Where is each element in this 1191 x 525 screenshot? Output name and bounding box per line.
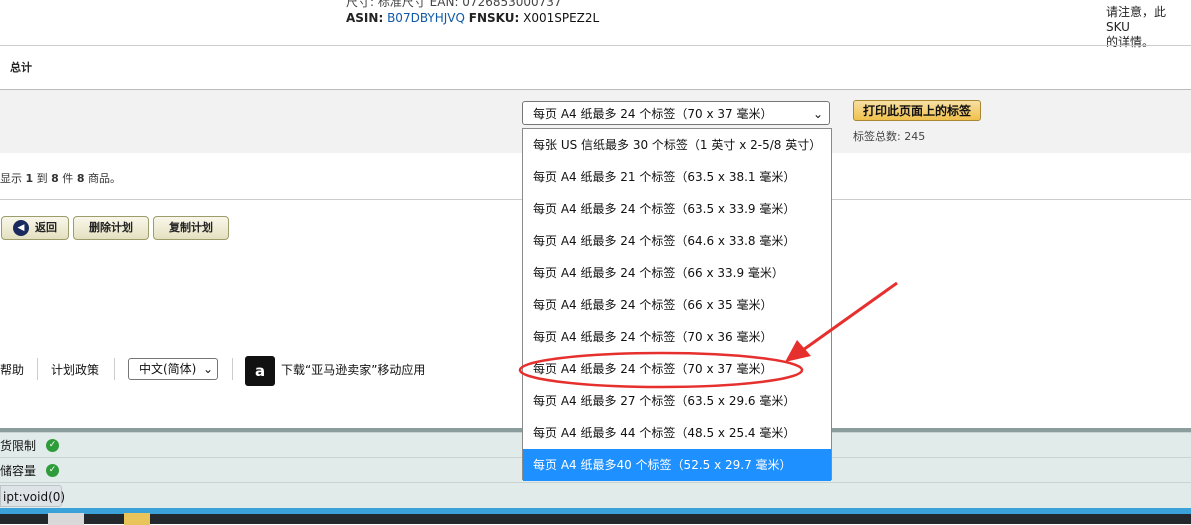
- back-button[interactable]: ◀ 返回: [1, 216, 69, 240]
- product-info: 尺寸: 标准尺寸 EAN: 0726853000737 ASIN: B07DBY…: [346, 0, 599, 26]
- dropdown-option[interactable]: 每页 A4 纸最多 44 个标签（48.5 x 25.4 毫米）: [523, 417, 831, 449]
- notice-line-2: 的详情。: [1106, 35, 1155, 49]
- dropdown-option[interactable]: 每页 A4 纸最多 24 个标签（66 x 33.9 毫米）: [523, 257, 831, 289]
- program-policy-link[interactable]: 计划政策: [51, 361, 99, 378]
- asin-link[interactable]: B07DBYHJVQ: [387, 11, 465, 25]
- label-format-select[interactable]: 每页 A4 纸最多 24 个标签（70 x 37 毫米） ⌄: [522, 101, 830, 125]
- status-bar-url: ipt:void(0): [0, 485, 65, 507]
- bottom-strip: [0, 482, 1191, 509]
- checkmark-icon: ✓: [46, 439, 59, 452]
- label-format-dropdown: 每张 US 信纸最多 30 个标签（1 英寸 x 2-5/8 英寸） 每页 A4 …: [522, 128, 832, 481]
- product-size-line: 尺寸: 标准尺寸 EAN: 0726853000737: [346, 0, 562, 9]
- total-label: 总计: [10, 61, 32, 74]
- showing-count: 显示 1 到 8 件 8 商品。: [0, 170, 121, 186]
- language-select[interactable]: 中文(简体) ⌄: [128, 358, 218, 380]
- notice-line-1: 请注意，此 SKU: [1106, 5, 1167, 34]
- taskbar-app-icon[interactable]: [48, 513, 84, 525]
- showing-mid: 到: [33, 172, 52, 185]
- footer-separator: [114, 358, 115, 380]
- fnsku-label: FNSKU:: [468, 11, 520, 25]
- dropdown-option[interactable]: 每页 A4 纸最多 24 个标签（70 x 37 毫米）: [523, 353, 831, 385]
- showing-prefix: 显示: [0, 172, 26, 185]
- footer-separator: [37, 358, 38, 380]
- dropdown-option[interactable]: 每页 A4 纸最多 21 个标签（63.5 x 38.1 毫米）: [523, 161, 831, 193]
- fnsku-value: X001SPEZ2L: [523, 11, 600, 25]
- capacity-label: 储容量: [0, 464, 37, 478]
- label-total: 标签总数: 245: [853, 130, 926, 143]
- dropdown-option[interactable]: 每页 A4 纸最多 27 个标签（63.5 x 29.6 毫米）: [523, 385, 831, 417]
- checkmark-icon: ✓: [46, 464, 59, 477]
- dropdown-option[interactable]: 每张 US 信纸最多 30 个标签（1 英寸 x 2-5/8 英寸）: [523, 129, 831, 161]
- dropdown-option[interactable]: 每页 A4 纸最多 24 个标签（64.6 x 33.8 毫米）: [523, 225, 831, 257]
- divider: [0, 45, 1191, 46]
- notice-text: 请注意，此 SKU 的详情。: [1106, 5, 1191, 50]
- showing-mid2: 件: [58, 172, 77, 185]
- dropdown-option[interactable]: 每页 A4 纸最多40 个标签（52.5 x 29.7 毫米）: [523, 449, 831, 481]
- folder-icon[interactable]: [124, 513, 150, 525]
- download-app-link[interactable]: 下载“亚马逊卖家”移动应用: [281, 361, 425, 378]
- chevron-down-icon: ⌄: [202, 362, 213, 376]
- restriction-label: 货限制: [0, 439, 37, 453]
- dropdown-option[interactable]: 每页 A4 纸最多 24 个标签（63.5 x 33.9 毫米）: [523, 193, 831, 225]
- back-label: 返回: [35, 221, 57, 234]
- copy-plan-button[interactable]: 复制计划: [153, 216, 229, 240]
- dropdown-option[interactable]: 每页 A4 纸最多 24 个标签（66 x 35 毫米）: [523, 289, 831, 321]
- amazon-app-logo: a: [245, 356, 275, 386]
- label-format-selected: 每页 A4 纸最多 24 个标签（70 x 37 毫米）: [533, 107, 773, 121]
- product-id-line: ASIN: B07DBYHJVQ FNSKU: X001SPEZ2L: [346, 10, 599, 26]
- taskbar: [0, 508, 1191, 525]
- help-link[interactable]: 帮助: [0, 361, 24, 378]
- footer-separator: [232, 358, 233, 380]
- chevron-down-icon: ⌄: [812, 107, 823, 121]
- back-arrow-icon: ◀: [13, 220, 29, 236]
- showing-suffix: 商品。: [84, 172, 121, 185]
- delete-plan-button[interactable]: 删除计划: [73, 216, 149, 240]
- asin-label: ASIN:: [346, 11, 384, 25]
- showing-from: 1: [25, 172, 34, 185]
- print-labels-button[interactable]: 打印此页面上的标签: [853, 100, 981, 121]
- language-selected: 中文(简体): [139, 362, 197, 376]
- showing-to: 8: [51, 172, 59, 185]
- dropdown-option[interactable]: 每页 A4 纸最多 24 个标签（70 x 36 毫米）: [523, 321, 831, 353]
